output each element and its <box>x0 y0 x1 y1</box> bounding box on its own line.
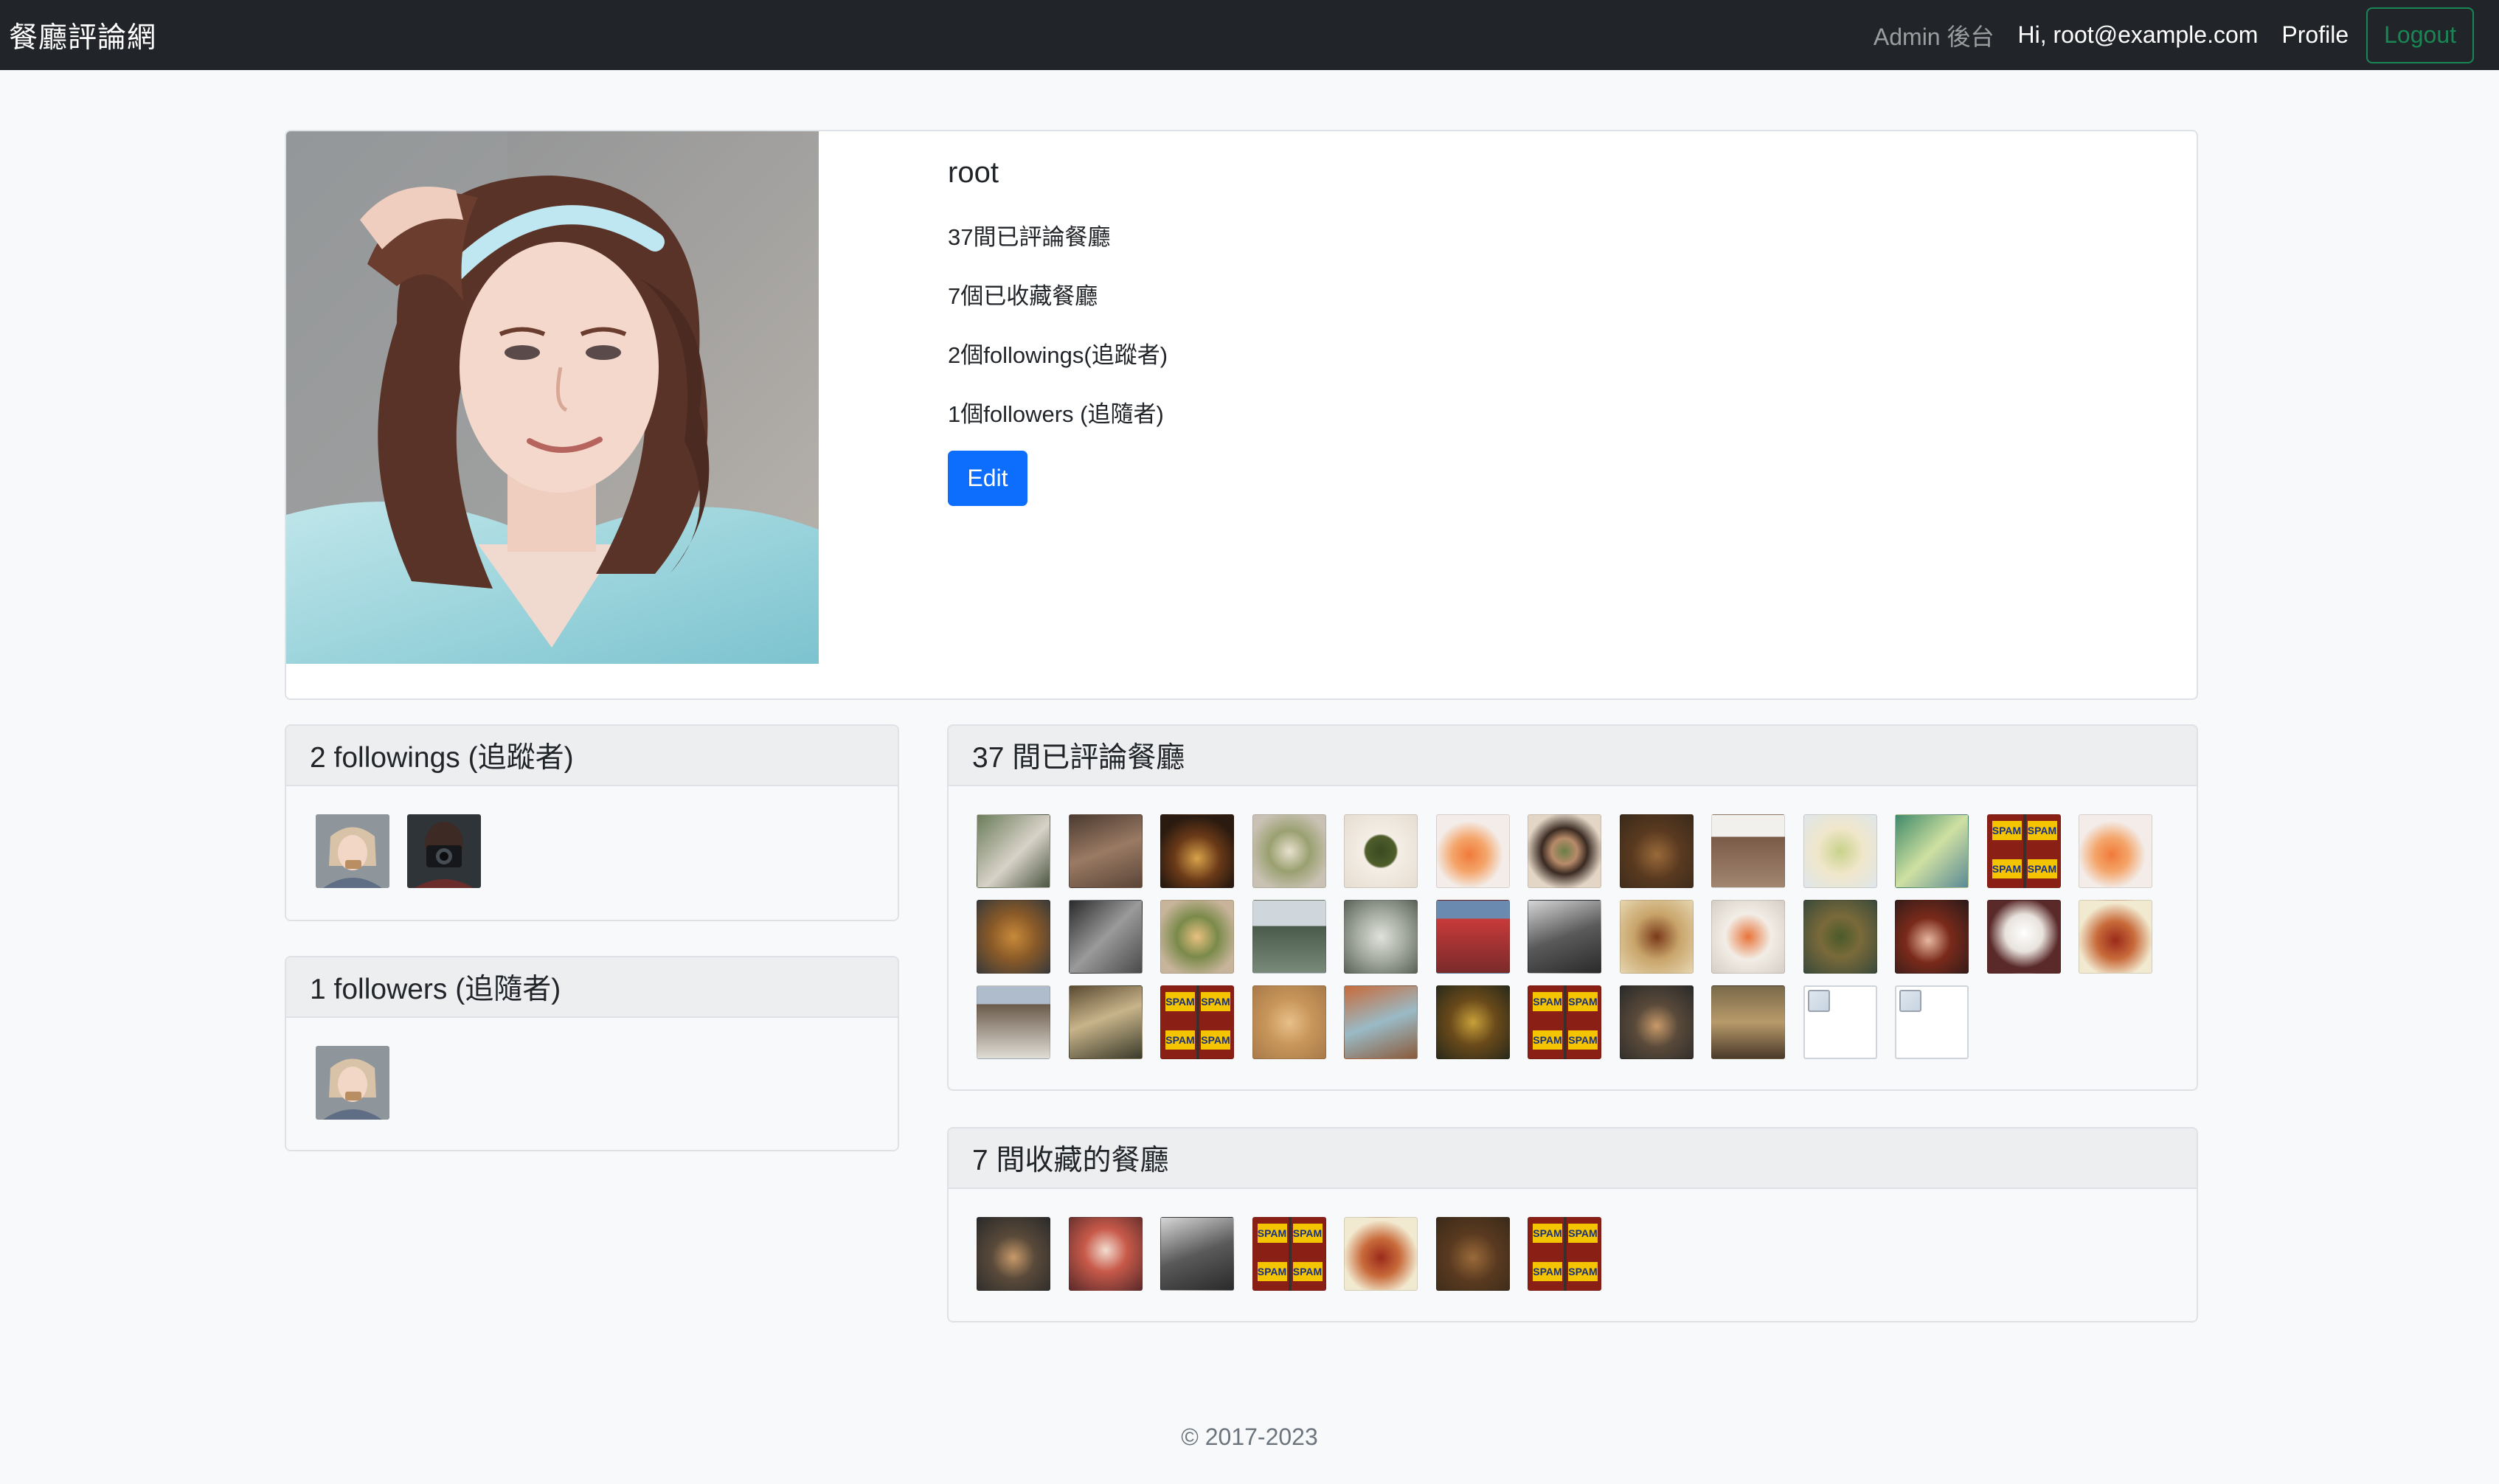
followers-card: 1 followers (追隨者) <box>285 956 899 1151</box>
followers-card-title: 1 followers (追隨者) <box>286 957 898 1018</box>
logout-button[interactable]: Logout <box>2366 7 2474 63</box>
followings-count-text: 2個followings(追蹤者) <box>948 342 1168 368</box>
restaurant-thumbnail[interactable] <box>977 900 1050 974</box>
restaurant-thumbnail[interactable] <box>1435 1217 1510 1291</box>
page-footer: © 2017-2023 <box>0 1424 2499 1451</box>
restaurant-thumbnail[interactable] <box>1160 814 1234 888</box>
restaurant-thumbnail[interactable] <box>977 985 1050 1059</box>
restaurant-thumbnail[interactable] <box>1986 900 2061 974</box>
restaurant-thumbnail[interactable] <box>1252 900 1326 974</box>
favorite-restaurants-card: 7 間收藏的餐廳 SPAM SPAM SPAM SPAM SPAM SPAM SPAM SP… <box>947 1127 2198 1322</box>
follower-avatar[interactable] <box>316 1046 389 1120</box>
restaurant-thumbnail[interactable] <box>1068 900 1143 974</box>
restaurant-thumbnail[interactable]: SPAM SPAM SPAM SPAM <box>1528 985 1601 1059</box>
copyright-text: © 2017-2023 <box>1181 1424 1318 1450</box>
edit-profile-button[interactable]: Edit <box>948 451 1027 506</box>
restaurant-thumbnail[interactable] <box>1160 1217 1234 1291</box>
restaurant-thumbnail[interactable] <box>1068 1217 1143 1291</box>
following-avatar[interactable] <box>407 814 481 888</box>
restaurant-thumbnail[interactable] <box>1435 985 1510 1059</box>
followers-list <box>286 1018 898 1120</box>
restaurant-thumbnail[interactable] <box>1435 900 1510 974</box>
restaurant-thumbnail[interactable] <box>977 1217 1050 1291</box>
restaurant-thumbnail[interactable]: SPAM SPAM SPAM SPAM <box>1160 985 1234 1059</box>
restaurant-thumbnail[interactable] <box>977 814 1050 888</box>
admin-link[interactable]: Admin 後台 <box>1874 18 1994 52</box>
favorited-count-text: 7個已收藏餐廳 <box>948 283 1098 309</box>
site-brand[interactable]: 餐廳評論網 <box>9 15 156 56</box>
restaurant-thumbnail[interactable] <box>1344 1217 1418 1291</box>
restaurant-thumbnail[interactable] <box>1895 814 1969 888</box>
restaurant-thumbnail[interactable] <box>1619 814 1694 888</box>
profile-link[interactable]: Profile <box>2281 21 2349 49</box>
favorite-restaurants-grid: SPAM SPAM SPAM SPAM SPAM SPAM SPAM SPAM <box>949 1189 2197 1291</box>
restaurant-thumbnail[interactable] <box>2079 814 2152 888</box>
favorites-card-title: 7 間收藏的餐廳 <box>949 1128 2197 1189</box>
restaurant-thumbnail[interactable] <box>1344 814 1418 888</box>
followers-count-text: 1個followers (追隨者) <box>948 401 1164 427</box>
following-avatar[interactable] <box>316 814 389 888</box>
restaurant-thumbnail[interactable] <box>1528 900 1601 974</box>
restaurant-thumbnail[interactable] <box>1160 900 1234 974</box>
reviewed-restaurants-card: 37 間已評論餐廳 SPAM SPAM SPAM SPAM SPAM SPAM … <box>947 724 2198 1091</box>
navbar-links: Admin 後台 Hi, root@example.com Profile Lo… <box>1850 7 2474 63</box>
restaurant-thumbnail[interactable] <box>1803 814 1877 888</box>
restaurant-thumbnail[interactable] <box>1068 985 1143 1059</box>
restaurant-thumbnail[interactable] <box>1068 814 1143 888</box>
followings-list <box>286 786 898 888</box>
broken-image-placeholder[interactable] <box>1803 985 1877 1059</box>
restaurant-thumbnail[interactable]: SPAM SPAM SPAM SPAM <box>1528 1217 1601 1291</box>
reviewed-restaurants-grid: SPAM SPAM SPAM SPAM SPAM SPAM SPAM SPAM SPAM SP… <box>949 786 2197 1059</box>
restaurant-thumbnail[interactable] <box>1528 814 1601 888</box>
reviewed-card-title: 37 間已評論餐廳 <box>949 726 2197 786</box>
profile-card: root 37間已評論餐廳 7個已收藏餐廳 2個followings(追蹤者) … <box>285 130 2198 700</box>
restaurant-thumbnail[interactable] <box>1435 814 1510 888</box>
restaurant-thumbnail[interactable]: SPAM SPAM SPAM SPAM <box>1986 814 2061 888</box>
followings-card: 2 followings (追蹤者) <box>285 724 899 921</box>
followings-card-title: 2 followings (追蹤者) <box>286 726 898 786</box>
restaurant-thumbnail[interactable]: SPAM SPAM SPAM SPAM <box>1252 1217 1326 1291</box>
profile-name: root <box>948 156 999 189</box>
top-navbar: 餐廳評論網 Admin 後台 Hi, root@example.com Prof… <box>0 0 2499 70</box>
user-greeting: Hi, root@example.com <box>2017 21 2259 48</box>
broken-image-placeholder[interactable] <box>1895 985 1969 1059</box>
reviewed-count-text: 37間已評論餐廳 <box>948 224 1111 250</box>
restaurant-thumbnail[interactable] <box>1619 900 1694 974</box>
restaurant-thumbnail[interactable] <box>1344 900 1418 974</box>
restaurant-thumbnail[interactable] <box>2079 900 2152 974</box>
restaurant-thumbnail[interactable] <box>1711 900 1785 974</box>
restaurant-thumbnail[interactable] <box>1619 985 1694 1059</box>
restaurant-thumbnail[interactable] <box>1252 985 1326 1059</box>
profile-avatar <box>286 131 819 664</box>
restaurant-thumbnail[interactable] <box>1803 900 1877 974</box>
restaurant-thumbnail[interactable] <box>1895 900 1969 974</box>
restaurant-thumbnail[interactable] <box>1711 814 1785 888</box>
restaurant-thumbnail[interactable] <box>1344 985 1418 1059</box>
restaurant-thumbnail[interactable] <box>1711 985 1785 1059</box>
restaurant-thumbnail[interactable] <box>1252 814 1326 888</box>
